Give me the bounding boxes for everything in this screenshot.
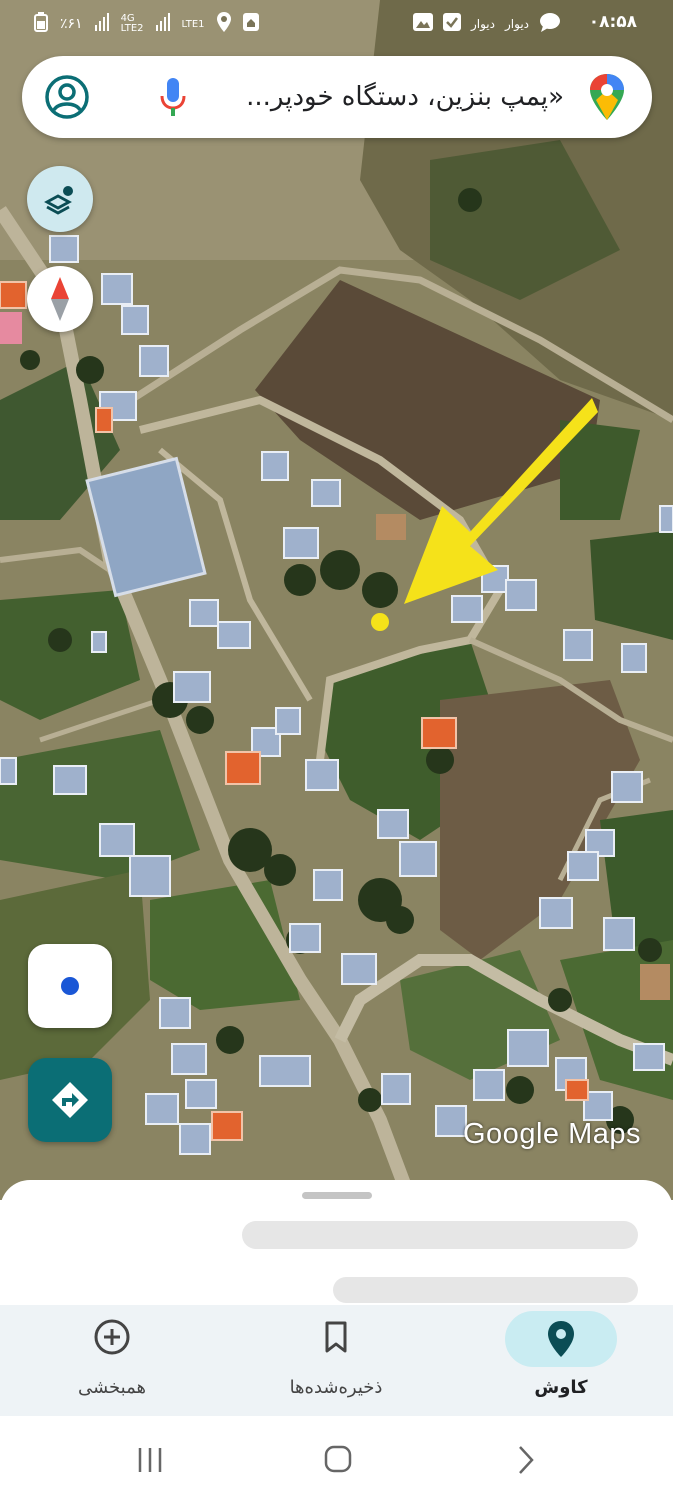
compass-icon [51, 277, 69, 325]
battery-icon [34, 12, 48, 36]
search-bar[interactable]: «پمپ بنزین، دستگاه خودپر... [22, 56, 652, 138]
google-maps-watermark: Google Maps [463, 1118, 641, 1150]
account-avatar-icon[interactable] [44, 74, 90, 120]
signal-icon [94, 13, 109, 35]
add-circle-icon [94, 1319, 130, 1359]
gallery-icon [412, 13, 433, 34]
sheet-drag-handle[interactable] [302, 1192, 372, 1199]
loading-placeholder [333, 1277, 638, 1303]
nav-item-contribute[interactable]: همبخشی [0, 1305, 224, 1416]
mic-icon[interactable] [158, 76, 188, 118]
app-label-divar-1: دیوار [470, 16, 495, 31]
back-icon[interactable] [514, 1444, 536, 1480]
nav-label-explore: کاوش [534, 1377, 588, 1398]
network-label-1: 4G LTE2 [120, 13, 144, 34]
google-maps-pin-icon [590, 74, 624, 120]
message-icon [539, 12, 561, 35]
nav-item-explore[interactable]: کاوش [449, 1305, 673, 1416]
explore-pin-icon [543, 1319, 579, 1359]
status-bar: ٪۶۱ 4G LTE2 LTE1 دیوار دیوار ۰۸:۵۸ [0, 0, 673, 48]
layers-icon [44, 182, 78, 220]
home-notification-icon [242, 13, 259, 35]
my-location-button[interactable] [28, 944, 112, 1028]
nav-label-saved: ذخیره‌شده‌ها [289, 1377, 383, 1398]
app-label-divar-2: دیوار [504, 16, 529, 31]
network-label-2: LTE1 [181, 18, 205, 30]
compass-button[interactable] [27, 266, 93, 332]
nav-label-contribute: همبخشی [77, 1377, 146, 1398]
clock: ۰۸:۵۸ [588, 12, 637, 32]
recent-apps-icon[interactable] [136, 1446, 164, 1478]
nav-item-saved[interactable]: ذخیره‌شده‌ها [224, 1305, 448, 1416]
battery-percent: ٪۶۱ [60, 16, 83, 32]
directions-icon [50, 1080, 90, 1124]
status-left: ٪۶۱ 4G LTE2 LTE1 [34, 12, 259, 36]
system-navigation-bar [0, 1416, 673, 1500]
location-icon [216, 12, 231, 36]
loading-placeholder [242, 1221, 638, 1249]
bottom-sheet[interactable] [0, 1180, 673, 1305]
my-location-icon [60, 976, 80, 1000]
directions-button[interactable] [28, 1058, 112, 1142]
signal-icon [155, 13, 170, 35]
search-input[interactable]: «پمپ بنزین، دستگاه خودپر... [222, 76, 564, 118]
bookmark-icon [318, 1319, 354, 1359]
status-right-icons: دیوار دیوار [412, 12, 561, 35]
home-icon[interactable] [323, 1444, 353, 1478]
checkbox-icon [442, 13, 461, 34]
bottom-navigation: همبخشی ذخیره‌شده‌ها کاوش [0, 1305, 673, 1416]
layers-button[interactable] [27, 166, 93, 232]
